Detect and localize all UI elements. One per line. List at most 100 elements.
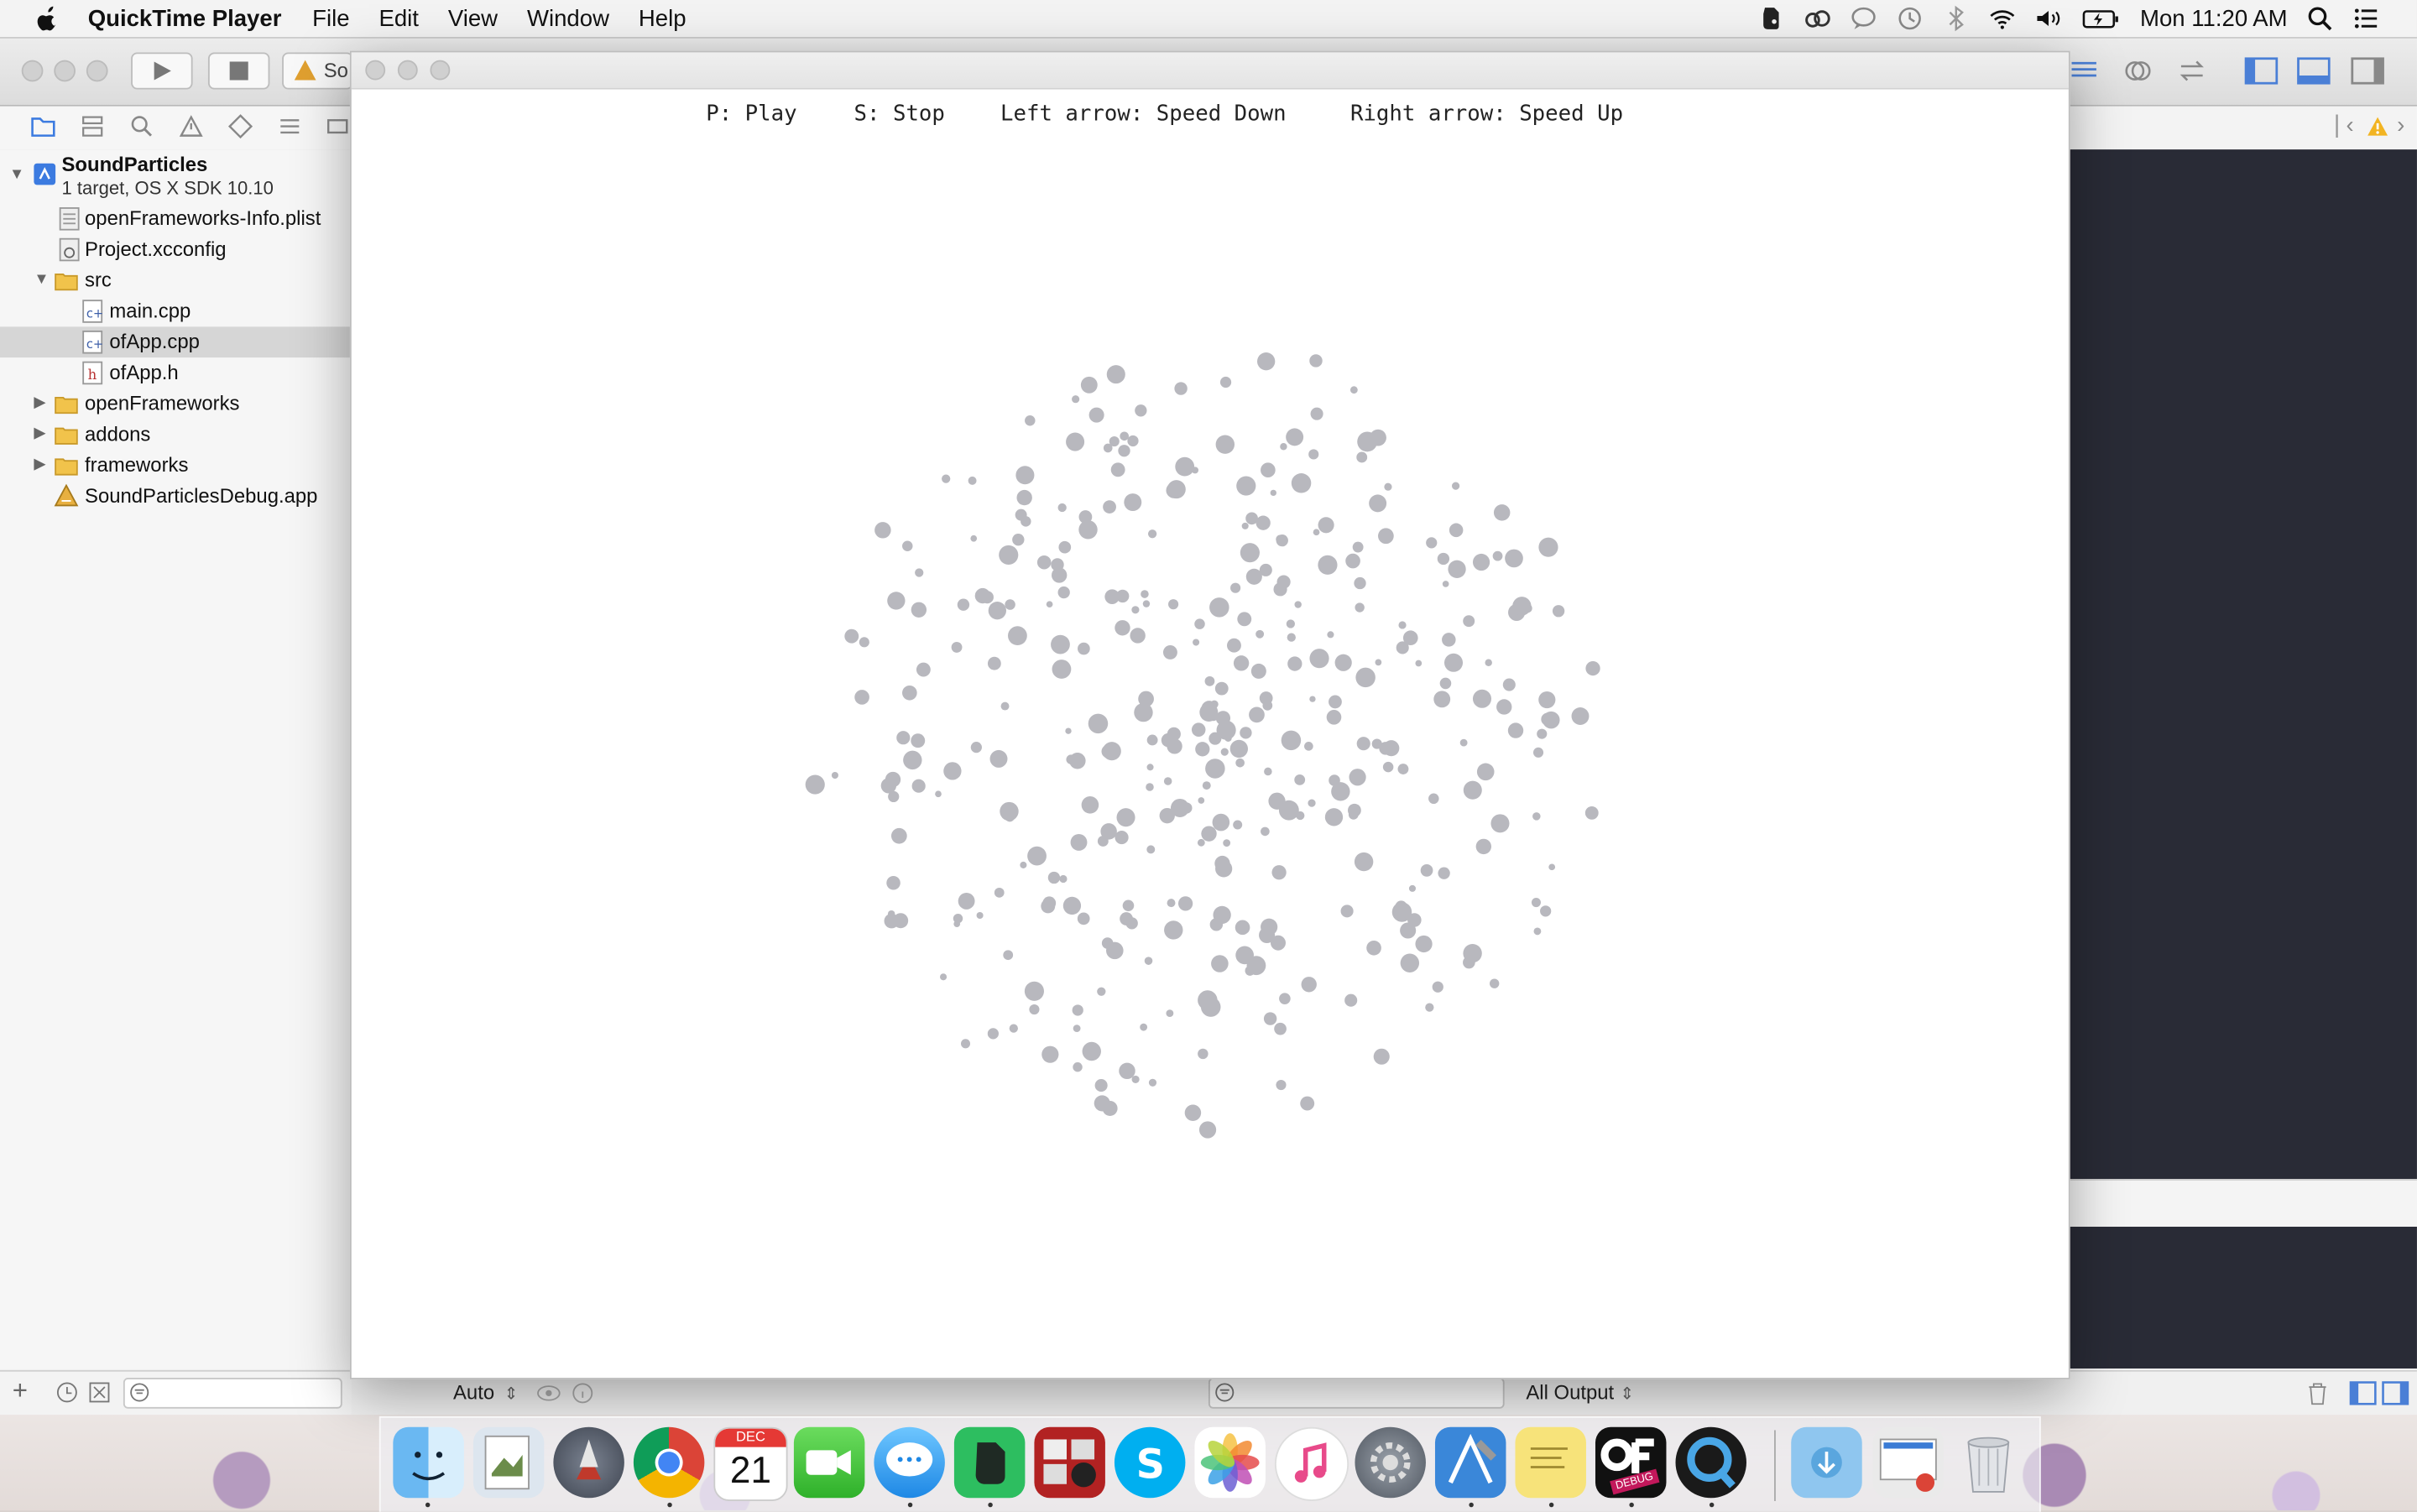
menu-view[interactable]: View xyxy=(448,5,498,31)
navigator-toggle-icon[interactable] xyxy=(2244,57,2279,85)
facetime-icon[interactable] xyxy=(793,1426,865,1499)
console-area[interactable] xyxy=(2068,1227,2417,1369)
header-file-icon: h xyxy=(82,361,103,385)
warning-icon[interactable] xyxy=(2366,116,2389,138)
downloads-stack-icon[interactable] xyxy=(1791,1426,1862,1499)
wifi-icon[interactable] xyxy=(1989,5,2017,33)
add-icon[interactable]: + xyxy=(13,1376,28,1407)
menu-window[interactable]: Window xyxy=(527,5,609,31)
chrome-icon[interactable] xyxy=(633,1426,705,1499)
spotlight-icon[interactable] xyxy=(2306,5,2334,33)
battery-icon[interactable] xyxy=(2081,5,2122,33)
particle xyxy=(1326,709,1342,725)
folder-row-frameworks[interactable]: ▶ frameworks xyxy=(0,450,352,481)
version-editor-icon[interactable] xyxy=(2176,57,2207,85)
particle-canvas[interactable] xyxy=(352,52,2069,1378)
evernote-icon[interactable] xyxy=(1758,5,1786,33)
file-row-ofapp-h[interactable]: h ofApp.h xyxy=(0,357,352,388)
scheme-selector[interactable]: So xyxy=(282,52,353,90)
utilities-toggle-icon[interactable] xyxy=(2351,57,2384,85)
particle xyxy=(1398,621,1407,629)
calendar-icon[interactable]: DEC 21 xyxy=(713,1426,788,1501)
run-button[interactable] xyxy=(131,52,193,90)
particle xyxy=(1115,589,1130,603)
menu-app-name[interactable]: QuickTime Player xyxy=(88,5,282,31)
variables-filter-field[interactable] xyxy=(1208,1378,1505,1409)
disclosure-triangle-icon[interactable]: ▶ xyxy=(34,394,49,411)
trash-icon[interactable] xyxy=(2306,1381,2330,1405)
disclosure-triangle-icon[interactable]: ▶ xyxy=(34,456,49,473)
launchpad-icon[interactable] xyxy=(553,1426,624,1499)
documents-stack-icon[interactable] xyxy=(1872,1426,1945,1499)
console-output-selector[interactable]: All Output xyxy=(1526,1381,1614,1405)
previous-issue-icon[interactable]: ‹ xyxy=(2346,112,2353,138)
test-navigator-icon[interactable] xyxy=(227,114,253,139)
particle xyxy=(1537,728,1548,739)
next-issue-icon[interactable]: › xyxy=(2397,112,2404,138)
menu-help[interactable]: Help xyxy=(639,5,686,31)
file-row-app-product[interactable]: SoundParticlesDebug.app xyxy=(0,481,352,512)
messages-icon[interactable] xyxy=(874,1426,945,1499)
navigator-filter-field[interactable] xyxy=(123,1378,342,1409)
apple-icon[interactable] xyxy=(34,5,60,31)
source-editor[interactable] xyxy=(2068,149,2417,1180)
file-row-plist[interactable]: openFrameworks-Info.plist xyxy=(0,203,352,234)
disclosure-triangle-icon[interactable]: ▼ xyxy=(9,166,24,183)
symbol-navigator-icon[interactable] xyxy=(81,114,105,138)
debug-navigator-icon[interactable] xyxy=(278,114,302,138)
recent-files-icon[interactable] xyxy=(55,1381,79,1405)
file-row-main-cpp[interactable]: c+ main.cpp xyxy=(0,296,352,327)
skype-icon[interactable]: S xyxy=(1114,1426,1186,1499)
quick-look-icon[interactable] xyxy=(536,1383,561,1405)
system-preferences-icon[interactable] xyxy=(1355,1426,1426,1499)
particle xyxy=(1075,1004,1083,1013)
find-navigator-icon[interactable] xyxy=(129,114,154,138)
menu-file[interactable]: File xyxy=(312,5,349,31)
project-navigator-icon[interactable] xyxy=(31,114,55,138)
preview-icon[interactable] xyxy=(472,1426,545,1499)
console-view-toggle-icon[interactable] xyxy=(2382,1381,2409,1405)
messages-icon[interactable] xyxy=(1851,5,1878,33)
bluetooth-icon[interactable] xyxy=(1943,5,1971,33)
xcode-zoom-button[interactable] xyxy=(86,60,108,82)
folder-row-openframeworks[interactable]: ▶ openFrameworks xyxy=(0,388,352,420)
stickies-icon[interactable] xyxy=(1515,1426,1586,1499)
info-icon[interactable] xyxy=(572,1383,593,1405)
photo-booth-icon[interactable] xyxy=(1034,1426,1105,1499)
particle xyxy=(1442,581,1449,587)
file-row-ofapp-cpp[interactable]: c+ ofApp.cpp xyxy=(0,326,352,358)
particle xyxy=(1166,1009,1174,1018)
menubar-clock[interactable]: Mon 11:20 AM xyxy=(2140,5,2288,31)
disclosure-triangle-icon[interactable]: ▶ xyxy=(34,425,49,442)
xcode-icon[interactable] xyxy=(1434,1426,1506,1499)
evernote-icon[interactable] xyxy=(953,1426,1026,1499)
photos-icon[interactable] xyxy=(1194,1426,1266,1499)
trash-icon[interactable] xyxy=(1953,1427,2023,1498)
volume-icon[interactable] xyxy=(2035,5,2063,33)
finder-icon[interactable] xyxy=(393,1426,464,1499)
disclosure-triangle-icon[interactable]: ▼ xyxy=(34,271,49,288)
standard-editor-icon[interactable] xyxy=(2069,57,2100,85)
assistant-editor-icon[interactable] xyxy=(2122,57,2153,85)
menu-edit[interactable]: Edit xyxy=(378,5,418,31)
time-machine-icon[interactable] xyxy=(1897,5,1924,33)
xcode-minimize-button[interactable] xyxy=(54,60,76,82)
openframeworks-debug-icon[interactable]: DEBUG xyxy=(1595,1426,1667,1499)
debug-area-toggle-icon[interactable] xyxy=(2297,57,2331,85)
project-root-row[interactable]: ▼ SoundParticles 1 target, OS X SDK 10.1… xyxy=(0,149,352,201)
breakpoint-navigator-icon[interactable] xyxy=(326,114,351,138)
creative-cloud-icon[interactable] xyxy=(1804,5,1832,33)
scm-filter-icon[interactable] xyxy=(88,1381,112,1405)
folder-row-src[interactable]: ▼ src xyxy=(0,265,352,296)
xcode-close-button[interactable] xyxy=(21,60,44,82)
folder-row-addons[interactable]: ▶ addons xyxy=(0,420,352,451)
issue-navigator-icon[interactable] xyxy=(179,114,203,138)
variables-scope-selector[interactable]: Auto xyxy=(453,1381,494,1405)
particle xyxy=(1257,352,1276,371)
file-row-xcconfig[interactable]: Project.xcconfig xyxy=(0,234,352,265)
itunes-icon[interactable] xyxy=(1274,1426,1349,1501)
variables-view-toggle-icon[interactable] xyxy=(2349,1381,2377,1405)
quicktime-icon[interactable] xyxy=(1675,1426,1746,1499)
stop-button[interactable] xyxy=(207,52,270,90)
notification-center-icon[interactable] xyxy=(2352,5,2380,33)
